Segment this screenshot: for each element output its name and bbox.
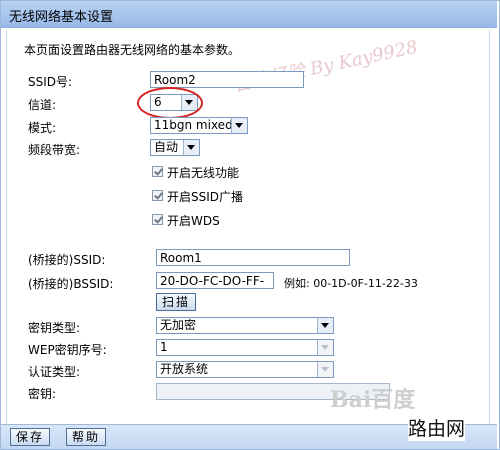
checkbox-label: 开启SSID广播 (167, 190, 244, 204)
bridged-ssid-label: (桥接的)SSID: (28, 253, 106, 267)
bandwidth-select[interactable]: 自动 (150, 139, 200, 156)
chevron-down-icon (317, 362, 333, 377)
channel-label: 信道: (28, 98, 57, 112)
chevron-down-icon[interactable] (231, 118, 247, 133)
right-divider (489, 30, 490, 424)
key-type-label: 密钥类型: (28, 321, 81, 335)
title-bar: 无线网络基本设置 (1, 1, 497, 28)
annotation-circle (137, 87, 203, 119)
chevron-down-icon[interactable] (183, 140, 199, 155)
chevron-down-icon[interactable] (317, 318, 333, 333)
auth-type-value: 开放系统 (160, 362, 209, 376)
wds-checkbox[interactable] (152, 214, 163, 225)
mode-value: 11bgn mixed (154, 118, 233, 132)
wep-index-select[interactable]: 1 (156, 339, 334, 356)
intro-text: 本页面设置路由器无线网络的基本参数。 (24, 43, 241, 57)
bssid-example: 例如: 00-1D-0F-11-22-33 (284, 277, 418, 290)
ssid-input[interactable]: Room2 (150, 71, 304, 88)
baidu-logo-watermark: Bai百度 (330, 387, 416, 413)
auth-type-label: 认证类型: (28, 365, 81, 379)
key-type-select[interactable]: 无加密 (156, 317, 334, 334)
wep-index-value: 1 (160, 340, 168, 354)
site-watermark: 路由网 (408, 414, 466, 441)
left-divider (6, 30, 7, 424)
bandwidth-label: 频段带宽: (28, 143, 81, 157)
wireless-enable-checkbox[interactable] (152, 166, 163, 177)
chevron-down-icon (317, 340, 333, 355)
help-button[interactable]: 帮助 (66, 428, 106, 446)
bridged-ssid-input[interactable]: Room1 (156, 249, 350, 266)
key-type-value: 无加密 (160, 318, 197, 332)
window-title: 无线网络基本设置 (9, 10, 114, 25)
bridged-bssid-input[interactable]: 20-DO-FC-DO-FF-DO (156, 272, 274, 289)
checkbox-label: 开启WDS (167, 214, 220, 228)
mode-select[interactable]: 11bgn mixed (150, 117, 248, 134)
checkbox-label: 开启无线功能 (167, 166, 240, 180)
scan-button[interactable]: 扫描 (156, 293, 196, 311)
key-label: 密钥: (28, 387, 57, 401)
bridged-bssid-label: (桥接的)BSSID: (28, 277, 114, 291)
mode-label: 模式: (28, 121, 57, 135)
save-button[interactable]: 保存 (10, 428, 50, 446)
bandwidth-value: 自动 (154, 140, 179, 154)
auth-type-select[interactable]: 开放系统 (156, 361, 334, 378)
ssid-broadcast-checkbox[interactable] (152, 190, 163, 201)
ssid-label: SSID号: (28, 75, 73, 89)
wep-index-label: WEP密钥序号: (28, 343, 107, 357)
